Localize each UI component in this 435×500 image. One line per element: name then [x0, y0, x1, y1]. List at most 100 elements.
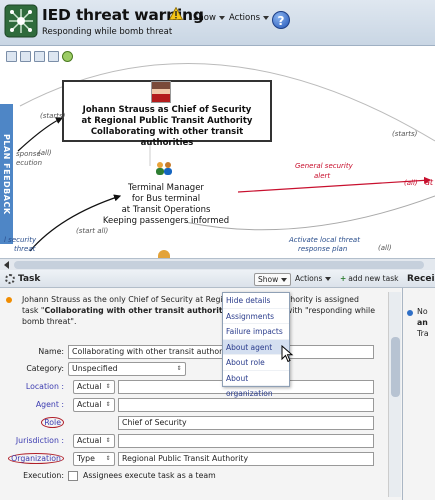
mouse-cursor-icon [281, 345, 294, 363]
execution-label: Execution: [23, 471, 64, 480]
task-node-line: at Transit Operations [121, 205, 211, 215]
receipts-line: No [417, 307, 428, 316]
summary-line: Johann Strauss as the only Chief of Secu… [22, 295, 359, 304]
map-zoom-icon[interactable] [6, 51, 17, 62]
chevron-down-icon [218, 15, 225, 20]
task-node-selected[interactable]: Johann Strauss as Chief of Security at R… [62, 80, 272, 148]
status-dot-icon [407, 310, 413, 316]
chevron-updown-icon: ⇕ [105, 401, 111, 408]
agent-label[interactable]: Agent : [4, 398, 64, 412]
chevron-down-icon [281, 278, 288, 282]
edge-label: at [425, 178, 434, 187]
task-summary: Johann Strauss as the only Chief of Secu… [6, 294, 386, 327]
task-node-terminal-manager[interactable]: Terminal Manager for Bus terminal at Tra… [95, 183, 237, 227]
edge-label: General security [295, 162, 353, 170]
role-field[interactable]: Chief of Security [118, 416, 374, 430]
summary-line: task "Collaborating with other transit a… [22, 305, 386, 316]
map-filter-icon[interactable] [62, 51, 73, 62]
warning-icon [169, 7, 183, 20]
organization-field[interactable]: Regional Public Transit Authority [118, 452, 374, 466]
menu-item-assignments[interactable]: Assignments [223, 309, 289, 324]
menu-item-about-agent[interactable]: About agent [223, 339, 289, 355]
location-mode-value: Actual [77, 382, 102, 391]
summary-text: task " [22, 306, 45, 315]
organization-label-wrap: Organization [4, 452, 64, 466]
location-mode-select[interactable]: Actual ⇕ [73, 380, 115, 394]
network-app-icon [4, 4, 38, 38]
task-node-line: at Regional Public Transit Authority [81, 116, 253, 126]
category-value: Unspecified [72, 364, 118, 373]
map-edge [237, 176, 432, 193]
location-label[interactable]: Location : [4, 380, 64, 394]
task-node-line: Keeping passengers informed [102, 216, 230, 226]
plan-map[interactable]: PLAN FEEDBACK Johann Strauss as Chief of… [0, 46, 435, 258]
organization-label[interactable]: Organization [8, 453, 64, 464]
receipts-panel-title: Recei [407, 274, 435, 284]
team-execution-checkbox[interactable] [68, 471, 78, 481]
receipts-line: an [417, 318, 428, 327]
plan-feedback-tab[interactable]: PLAN FEEDBACK [0, 104, 13, 244]
chevron-updown-icon: ⇕ [105, 437, 111, 444]
edge-label: l security [4, 236, 37, 244]
jurisdiction-label[interactable]: Jurisdiction : [4, 434, 64, 448]
agent-mode-select[interactable]: Actual ⇕ [73, 398, 115, 412]
menu-item-about-role[interactable]: About role [223, 355, 289, 371]
receipts-line: Tra [417, 329, 429, 338]
actions-menu-label: Actions [229, 13, 261, 23]
category-select[interactable]: Unspecified ⇕ [68, 362, 186, 376]
map-toolbar [6, 51, 73, 65]
map-export-icon[interactable] [48, 51, 59, 62]
receipts-body: No an Tra [417, 306, 429, 339]
scrollbar-thumb[interactable] [14, 261, 424, 269]
task-node-line: Terminal Manager [128, 183, 204, 193]
menu-item-failure-impacts[interactable]: Failure impacts [223, 324, 289, 340]
organization-mode-select[interactable]: Type ⇕ [73, 452, 115, 466]
add-new-task-button[interactable]: add new task [340, 274, 398, 283]
edge-label: (starts) [40, 112, 66, 120]
help-icon[interactable]: ? [272, 11, 290, 29]
person-icon [158, 250, 170, 258]
task-panel-header: Task Show Actions add new task [0, 270, 403, 288]
map-horizontal-scrollbar[interactable] [0, 258, 435, 270]
task-node-label: Johann Strauss as Chief of Security at R… [64, 105, 270, 149]
chevron-updown-icon: ⇕ [105, 383, 111, 390]
task-show-button[interactable]: Show [254, 273, 292, 286]
name-label: Name: [38, 347, 64, 356]
task-vertical-scrollbar[interactable] [388, 292, 401, 497]
scrollbar-thumb[interactable] [391, 337, 400, 397]
summary-task-name: Collaborating with other transit authori… [44, 306, 236, 315]
team-execution-label: Assignees execute task as a team [83, 471, 216, 480]
receipts-panel-header: Recei [403, 270, 435, 288]
edge-label: response plan [298, 245, 348, 253]
task-node-line: Johann Strauss as Chief of Security [82, 105, 252, 115]
map-layout-icon[interactable] [34, 51, 45, 62]
category-label: Category: [26, 364, 64, 373]
chevron-down-icon [325, 277, 332, 281]
menu-item-hide-details[interactable]: Hide details [223, 293, 289, 309]
jurisdiction-mode-value: Actual [77, 436, 102, 445]
status-dot-icon [6, 297, 12, 303]
edge-label: (all) [38, 149, 52, 157]
task-actions-button[interactable]: Actions [295, 274, 332, 283]
task-panel: Task Show Actions add new task Johann St… [0, 270, 403, 500]
map-grid-icon[interactable] [20, 51, 31, 62]
jurisdiction-mode-select[interactable]: Actual ⇕ [73, 434, 115, 448]
edge-label: (all) [404, 179, 418, 187]
actions-menu-button[interactable]: Actions [229, 13, 270, 23]
jurisdiction-field[interactable] [118, 434, 374, 448]
edge-label: Activate local threat [289, 236, 360, 244]
role-label[interactable]: Role [41, 417, 64, 428]
show-menu-button[interactable]: Show [193, 13, 225, 23]
person-photo-icon [151, 81, 171, 103]
edge-label: (start all) [76, 227, 109, 235]
app-header: IED threat warning Responding while bomb… [0, 0, 435, 46]
menu-item-about-organization[interactable]: About organization [223, 371, 289, 398]
task-panel-title: Task [18, 274, 41, 284]
edge-label: ecution [16, 159, 43, 167]
show-dropdown-menu: Hide details Assignments Failure impacts… [222, 292, 290, 398]
edge-label: alert [314, 172, 331, 180]
receipts-panel: Recei No an Tra [403, 270, 435, 500]
name-field[interactable]: Collaborating with other transit authori… [68, 345, 374, 359]
scroll-left-icon[interactable] [4, 261, 9, 269]
task-actions-label: Actions [295, 274, 323, 283]
